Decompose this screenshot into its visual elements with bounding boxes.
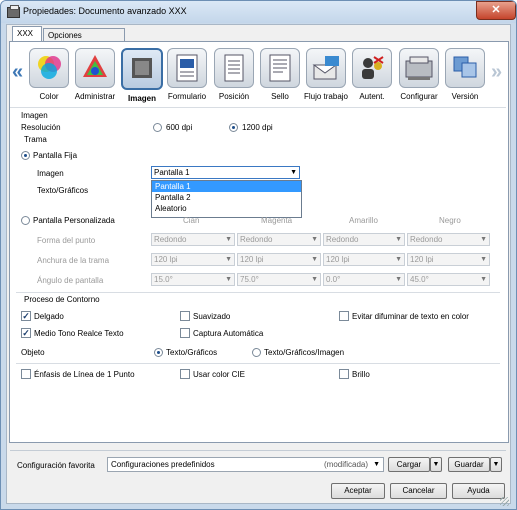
cargar-menu-button[interactable]: ▼ [430,457,442,472]
obj-texto-label: Texto/Gráficos [166,348,218,357]
res-1200-radio[interactable] [229,123,238,132]
printer-icon [7,5,20,18]
cargar-button[interactable]: Cargar [388,457,430,472]
obj-texto-imagen-radio[interactable] [252,348,261,357]
printer-config-icon [399,48,439,88]
dropdown-option[interactable]: Pantalla 2 [152,192,301,203]
scroll-left-icon[interactable]: « [12,61,23,84]
favoritos-label: Configuración favorita [17,461,95,470]
evitar-difuminar-label: Evitar difuminar de texto en color [352,312,469,321]
divider [16,292,500,293]
texto-graficos-label: Texto/Gráficos [37,186,89,195]
evitar-difuminar-checkbox[interactable] [339,311,349,321]
divider [10,107,506,108]
anchura-cian-select[interactable]: 120 lpi ▼ [151,253,235,266]
toolbar-item-version[interactable]: Versión [443,48,487,101]
res-1200-label: 1200 dpi [242,123,273,132]
angulo-magenta-select[interactable]: 75.0° ▼ [237,273,321,286]
trama-imagen-select[interactable]: Pantalla 1 ▼ [151,166,300,179]
anchura-trama-label: Anchura de la trama [37,256,110,265]
enfasis-label: Énfasis de Línea de 1 Punto [34,370,135,379]
favoritos-state: (modificada) [324,460,369,469]
favoritos-value: Configuraciones predefinidos [111,460,215,469]
authentication-icon [352,48,392,88]
trama-dropdown-list: Pantalla 1 Pantalla 2 Aleatorio [151,180,302,218]
obj-texto-imagen-label: Texto/Gráficos/Imagen [264,348,345,357]
obj-texto-radio[interactable] [154,348,163,357]
cie-label: Usar color CIE [193,370,246,379]
aceptar-button[interactable]: Aceptar [331,483,385,499]
stamp-icon [260,48,300,88]
brillo-checkbox[interactable] [339,369,349,379]
scroll-right-icon[interactable]: » [491,61,502,84]
suavizado-checkbox[interactable] [180,311,190,321]
dropdown-option[interactable]: Aleatorio [152,203,301,214]
color-management-icon [75,48,115,88]
chevron-down-icon: ▼ [290,169,297,176]
color-wheel-icon [29,48,69,88]
ayuda-button[interactable]: Ayuda [452,483,505,499]
position-icon [214,48,254,88]
captura-checkbox[interactable] [180,328,190,338]
forma-magenta-select[interactable]: Redondo ▼ [237,233,321,246]
imagen-section-label: Imagen [21,111,48,120]
angulo-cian-select[interactable]: 15.0° ▼ [151,273,235,286]
captura-label: Captura Automática [193,329,264,338]
pantalla-personalizada-radio[interactable] [21,216,30,225]
divider [10,450,506,451]
resize-grip-icon[interactable] [500,497,509,506]
forma-amarillo-select[interactable]: Redondo ▼ [323,233,405,246]
medio-tono-checkbox[interactable]: ✓ [21,328,31,338]
trama-imagen-label: Imagen [37,169,64,178]
close-button[interactable]: ✕ [476,1,516,20]
enfasis-checkbox[interactable] [21,369,31,379]
anchura-amarillo-select[interactable]: 120 lpi ▼ [323,253,405,266]
forma-punto-label: Forma del punto [37,236,96,245]
delgado-label: Delgado [34,312,64,321]
col-cian: Cian [183,216,200,225]
suavizado-label: Suavizado [193,312,231,321]
angulo-amarillo-select[interactable]: 0.0° ▼ [323,273,405,286]
col-negro: Negro [439,216,461,225]
window-title: Propiedades: Documento avanzado XXX [23,6,187,16]
pantalla-fija-label: Pantalla Fija [33,151,78,160]
col-amarillo: Amarillo [349,216,378,225]
trama-section-label: Trama [24,135,47,144]
pantalla-personalizada-label: Pantalla Personalizada [33,216,115,225]
divider [16,363,500,364]
chevron-down-icon: ▼ [373,461,380,468]
brillo-label: Brillo [352,370,370,379]
anchura-negro-select[interactable]: 120 lpi ▼ [407,253,490,266]
pantalla-fija-radio[interactable] [21,151,30,160]
forma-cian-select[interactable]: Redondo ▼ [151,233,235,246]
version-icon [445,48,485,88]
angulo-negro-select[interactable]: 45.0° ▼ [407,273,490,286]
workflow-icon [306,48,346,88]
medio-tono-label: Medio Tono Realce Texto [34,329,124,338]
favoritos-select[interactable]: Configuraciones predefinidos (modificada… [107,457,384,472]
angulo-pantalla-label: Ángulo de pantalla [37,276,104,285]
title-bar[interactable]: Propiedades: Documento avanzado XXX ✕ [1,1,516,23]
cancelar-button[interactable]: Cancelar [390,483,447,499]
cie-checkbox[interactable] [180,369,190,379]
objeto-label: Objeto [21,348,45,357]
trama-imagen-value: Pantalla 1 [154,168,190,177]
anchura-magenta-select[interactable]: 120 lpi ▼ [237,253,321,266]
guardar-button[interactable]: Guardar [448,457,490,472]
res-600-label: 600 dpi [166,123,193,132]
resolucion-label: Resolución [21,123,61,132]
forma-negro-select[interactable]: Redondo ▼ [407,233,490,246]
contorno-section-label: Proceso de Contorno [24,295,100,304]
col-magenta: Magenta [261,216,293,225]
dropdown-option[interactable]: Pantalla 1 [152,181,301,192]
delgado-checkbox[interactable]: ✓ [21,311,31,321]
guardar-menu-button[interactable]: ▼ [490,457,502,472]
res-600-radio[interactable] [153,123,162,132]
toolbar-label: Versión [451,92,479,101]
form-icon [167,48,207,88]
image-icon [121,48,163,90]
